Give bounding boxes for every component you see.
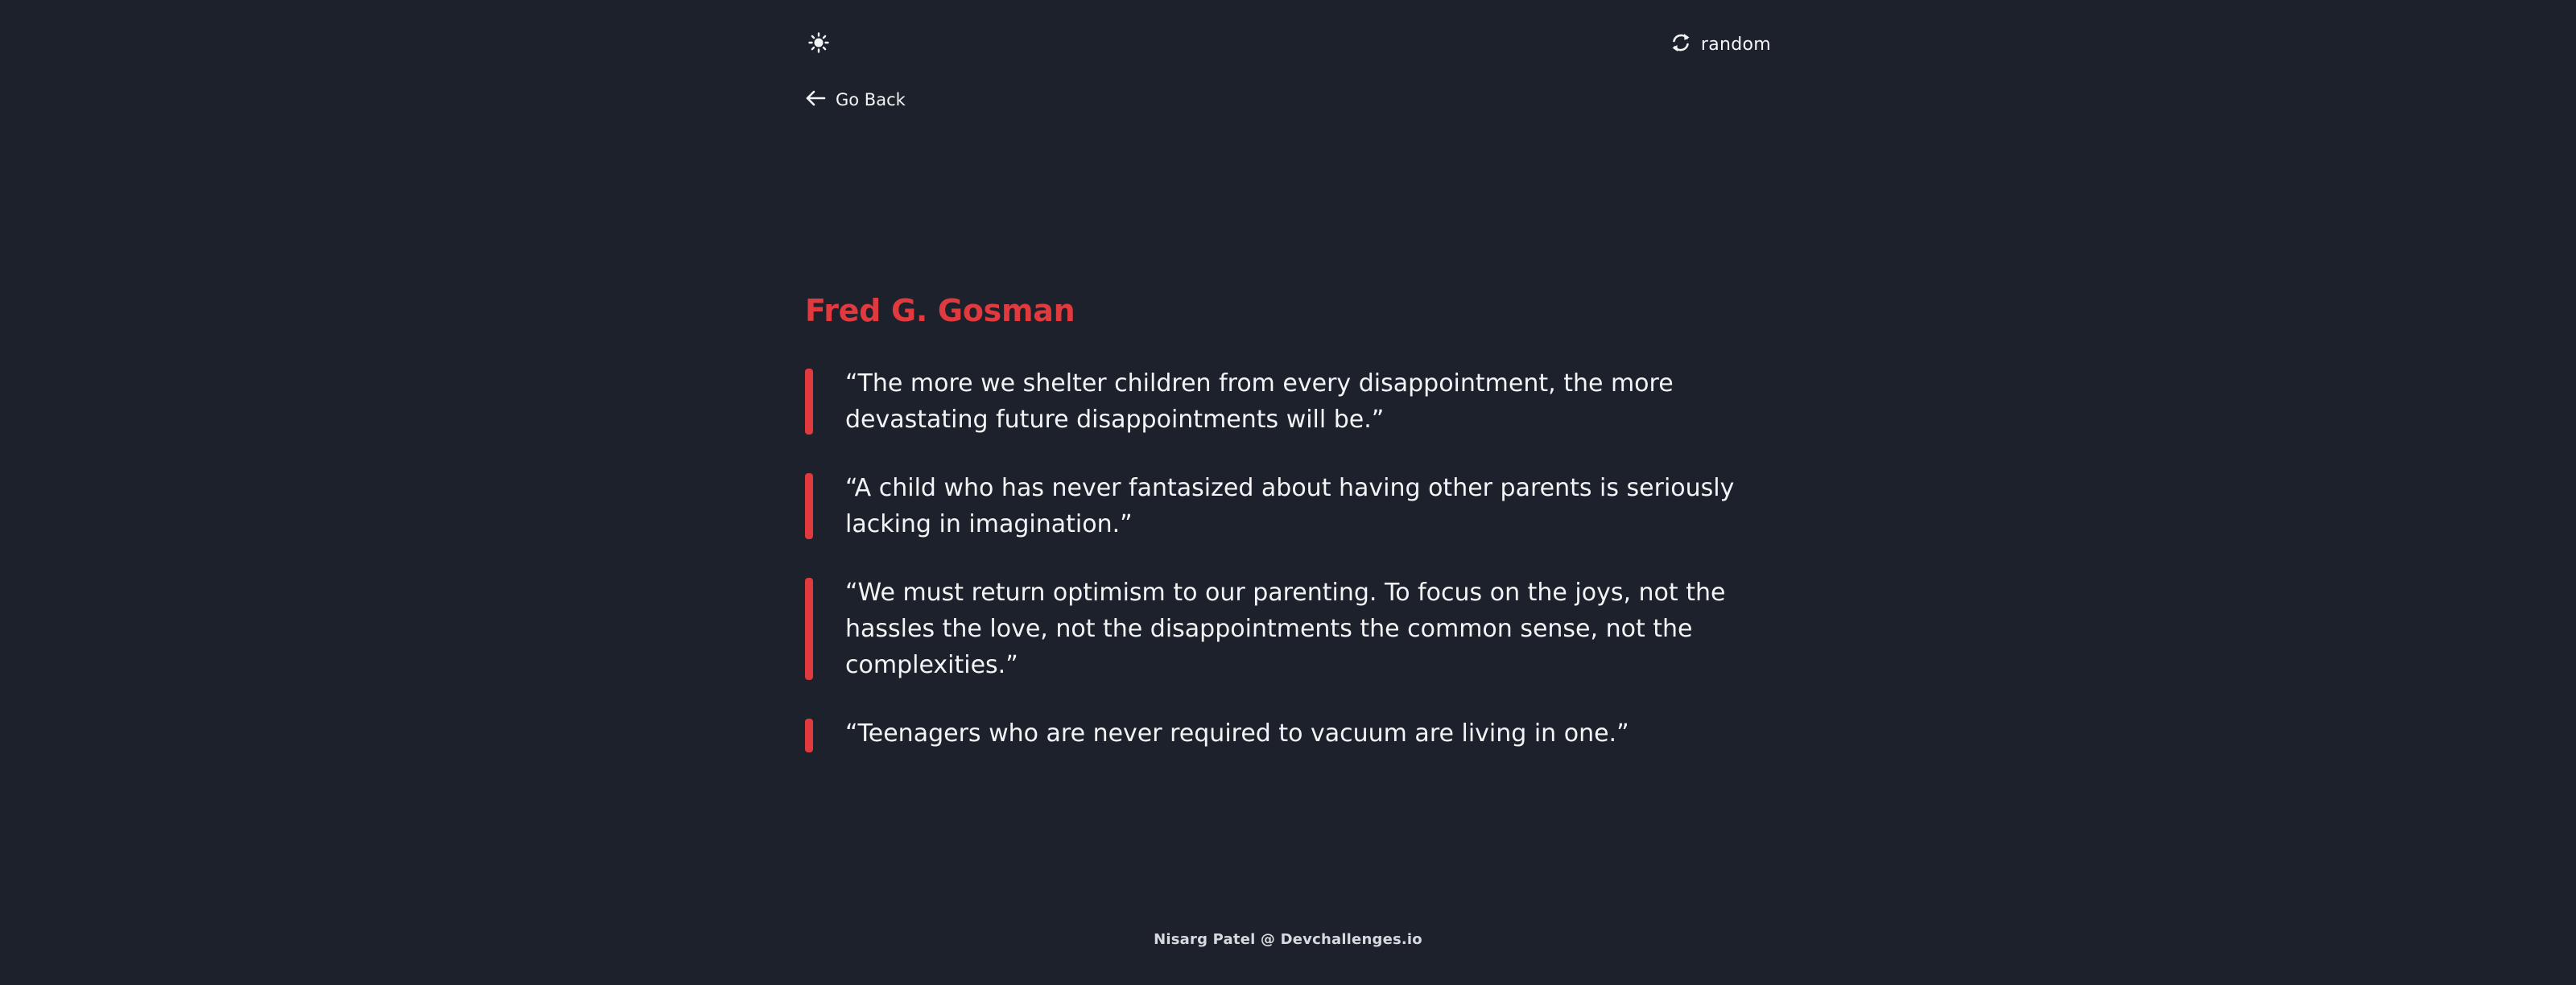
quote-item: “We must return optimism to our parentin… <box>805 575 1771 683</box>
quote-accent-bar <box>805 369 813 435</box>
quote-text: “Teenagers who are never required to vac… <box>845 719 1629 748</box>
quote-accent-bar <box>805 719 813 752</box>
random-button[interactable]: random <box>1670 31 1771 58</box>
refresh-icon <box>1670 31 1691 57</box>
quote-text: “We must return optimism to our parentin… <box>845 579 1726 679</box>
go-back-label: Go Back <box>836 90 906 109</box>
arrow-left-icon <box>805 89 826 110</box>
main-container: random Go Back Fred G. Gosman “The more … <box>805 0 1771 985</box>
random-label: random <box>1700 34 1771 55</box>
quote-accent-bar <box>805 473 813 539</box>
quote-item: “The more we shelter children from every… <box>805 365 1771 438</box>
quote-text: “A child who has never fantasized about … <box>845 474 1735 538</box>
go-back-link[interactable]: Go Back <box>805 86 906 113</box>
page: random Go Back Fred G. Gosman “The more … <box>0 0 2576 985</box>
quote-accent-bar <box>805 578 813 680</box>
author-name: Fred G. Gosman <box>805 293 1075 328</box>
top-bar: random <box>805 31 1771 58</box>
theme-toggle-button[interactable] <box>805 31 832 58</box>
quote-item: “Teenagers who are never required to vac… <box>805 715 1771 756</box>
sun-icon <box>808 32 829 56</box>
quote-text: “The more we shelter children from every… <box>845 369 1674 434</box>
quote-list: “The more we shelter children from every… <box>805 365 1771 756</box>
footer-credit: Nisarg Patel @ Devchallenges.io <box>1154 931 1422 948</box>
quote-item: “A child who has never fantasized about … <box>805 470 1771 542</box>
